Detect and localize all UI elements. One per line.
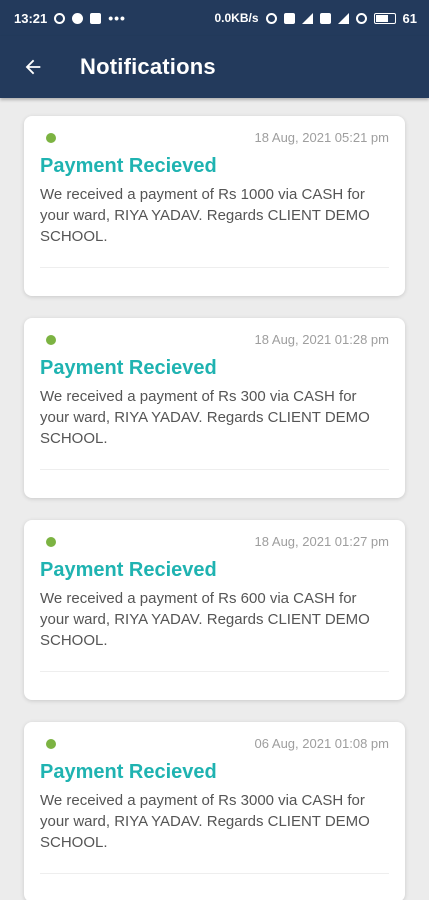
unread-dot-icon: [46, 334, 56, 345]
unread-dot-icon: [46, 738, 56, 749]
notification-body: We received a payment of Rs 1000 via CAS…: [40, 186, 370, 245]
card-divider: [40, 873, 389, 874]
alarm-icon: [265, 12, 277, 24]
status-bar-left: 13:21 •••: [14, 10, 126, 26]
back-button[interactable]: [18, 52, 48, 82]
signal-strength-icon: [301, 12, 313, 24]
status-bar-right: 0.0KB/s 61: [215, 11, 418, 26]
notification-date: 18 Aug, 2021 01:28 pm: [254, 332, 389, 347]
notification-title: Payment Recieved: [40, 155, 217, 177]
app-notification-icon: [72, 12, 84, 24]
card-divider: [40, 469, 389, 470]
battery-icon: [373, 12, 396, 24]
notification-indicator-icon: [54, 12, 66, 24]
notification-card[interactable]: 06 Aug, 2021 01:08 pm Payment Recieved W…: [24, 722, 405, 900]
notification-body: We received a payment of Rs 300 via CASH…: [40, 388, 370, 447]
page-title: Notifications: [80, 54, 216, 79]
notification-title: Payment Recieved: [40, 559, 217, 581]
app-bar: Notifications: [0, 36, 429, 98]
notification-card[interactable]: 18 Aug, 2021 01:28 pm Payment Recieved W…: [24, 318, 405, 498]
more-notifications-icon: •••: [108, 10, 126, 26]
arrow-left-icon: [25, 59, 41, 75]
notification-card[interactable]: 18 Aug, 2021 05:21 pm Payment Recieved W…: [24, 116, 405, 296]
wifi-icon: [355, 12, 367, 24]
unread-dot-icon: [46, 536, 56, 547]
unread-dot-icon: [46, 132, 56, 143]
card-divider: [40, 267, 389, 268]
battery-percent: 61: [402, 10, 417, 26]
notification-date: 06 Aug, 2021 01:08 pm: [254, 736, 389, 751]
card-divider: [40, 671, 389, 672]
sim2-icon: [319, 12, 331, 24]
notification-title: Payment Recieved: [40, 357, 217, 379]
notification-list: 18 Aug, 2021 05:21 pm Payment Recieved W…: [0, 98, 429, 900]
notification-title: Payment Recieved: [40, 761, 217, 783]
status-bar: 13:21 ••• 0.0KB/s 61: [0, 0, 429, 36]
network-speed: 0.0KB/s: [214, 11, 259, 25]
sim1-icon: [283, 12, 295, 24]
status-time: 13:21: [14, 10, 48, 26]
notification-body: We received a payment of Rs 3000 via CAS…: [40, 792, 370, 851]
notification-body: We received a payment of Rs 600 via CASH…: [40, 590, 370, 649]
notification-date: 18 Aug, 2021 05:21 pm: [254, 130, 389, 145]
school-app-icon: [90, 12, 102, 24]
notification-card[interactable]: 18 Aug, 2021 01:27 pm Payment Recieved W…: [24, 520, 405, 700]
signal-strength-2-icon: [337, 12, 349, 24]
notification-date: 18 Aug, 2021 01:27 pm: [254, 534, 389, 549]
